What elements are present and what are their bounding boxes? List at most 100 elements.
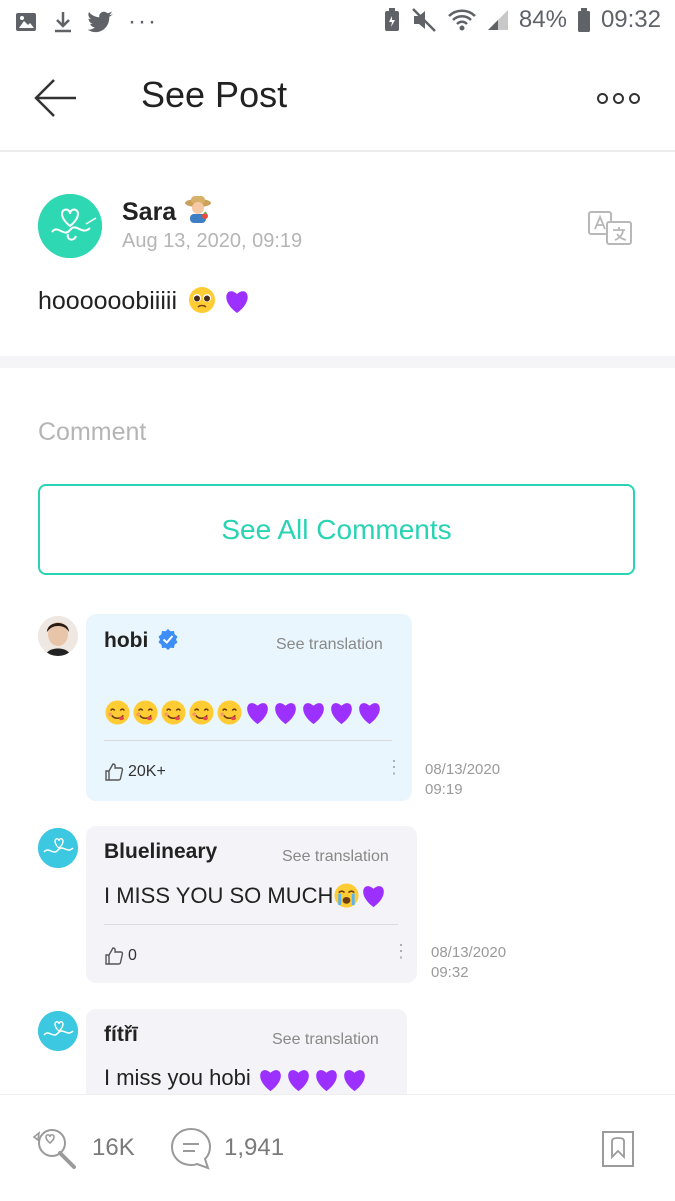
like-button[interactable]: 0 (104, 946, 137, 966)
post: Sara Aug 13, 2020, 09:19 hoooooobiiiii (0, 152, 675, 356)
cheer-button[interactable]: 16K (30, 1125, 135, 1171)
like-button[interactable]: 20K+ (104, 762, 166, 782)
see-translation-link[interactable]: See translation (282, 848, 389, 866)
comment-text (104, 698, 383, 726)
clock: 09:32 (600, 6, 661, 33)
bottom-action-bar: 16K 1,941 (0, 1094, 675, 1201)
emoji-row (257, 1066, 368, 1093)
weverse-logo-icon (38, 828, 78, 868)
verified-badge-icon (158, 629, 178, 650)
comment-text: I MISS YOU SO MUCH (104, 882, 387, 909)
mute-icon (412, 8, 436, 32)
dot-icon (597, 92, 608, 104)
yum-face-emoji-icon (217, 700, 242, 725)
gallery-notification-icon (16, 13, 36, 31)
see-translation-link[interactable]: See translation (276, 636, 383, 654)
weverse-logo-icon (38, 194, 102, 258)
like-count: 0 (128, 947, 137, 964)
dot-icon (629, 92, 640, 104)
comment-more-button[interactable]: ⋮ (385, 758, 403, 776)
comment-timestamp: 08/13/2020 09:32 (431, 943, 506, 983)
see-translation-link[interactable]: See translation (272, 1031, 379, 1049)
like-count: 20K+ (128, 763, 166, 780)
section-divider (0, 356, 675, 368)
comment-time: 09:19 (425, 781, 463, 798)
weverse-logo-icon (38, 1011, 78, 1051)
purple-heart-emoji-icon (363, 886, 385, 908)
pleading-face-emoji-icon (188, 287, 215, 313)
purple-heart-emoji-icon (316, 1069, 337, 1091)
comments-button[interactable]: 1,941 (168, 1125, 284, 1171)
see-all-comments-button[interactable]: See All Comments (38, 484, 635, 575)
post-author-label: Sara (122, 198, 177, 226)
battery-saver-icon (384, 8, 399, 31)
more-options-button[interactable] (597, 86, 645, 110)
yum-face-emoji-icon (161, 700, 186, 725)
comment-date: 08/13/2020 (431, 944, 507, 961)
comment-separator (104, 924, 398, 925)
download-notification-icon (55, 12, 71, 33)
app-bar: See Post (0, 46, 675, 152)
purple-heart-emoji-icon (260, 1069, 281, 1091)
comment-author-name[interactable]: fítřī (104, 1023, 138, 1047)
comment-text-value: I miss you hobi (104, 1065, 251, 1090)
battery-icon (577, 8, 590, 32)
comment-count: 1,941 (224, 1134, 285, 1161)
status-left-icons: ··· (14, 8, 158, 36)
cheer-count: 16K (92, 1134, 135, 1161)
speech-bubble-icon (170, 1127, 212, 1170)
purple-heart-emoji-icon (247, 702, 268, 724)
status-bar: ··· 84% 09:32 (0, 0, 675, 46)
comment-text-value: I MISS YOU SO MUCH (104, 883, 334, 908)
translate-button[interactable] (587, 210, 635, 246)
wifi-icon (448, 9, 476, 31)
arrow-left-icon (34, 79, 76, 117)
comment-avatar-fitri[interactable] (38, 1011, 78, 1051)
comment-text: I miss you hobi (104, 1065, 368, 1093)
post-body: hoooooobiiiii (38, 286, 251, 316)
post-date: Aug 13, 2020, 09:19 (122, 230, 303, 252)
thumbs-up-icon (105, 947, 124, 965)
comment-author-name[interactable]: Bluelineary (104, 840, 217, 864)
more-notifications-indicator: ··· (128, 8, 158, 35)
comment-bubble-fitri: fítřī See translation I miss you hobi (86, 1009, 407, 1099)
purple-heart-emoji-icon (331, 702, 352, 724)
purple-heart-emoji-icon (226, 291, 248, 313)
comment-bubble-hobi: hobi See translation 20K+ ⋮ (86, 614, 412, 801)
yum-face-emoji-icon (133, 700, 158, 725)
thumbs-up-icon (105, 763, 124, 781)
status-right-icons: 84% 09:32 (383, 6, 661, 34)
dot-icon (613, 92, 624, 104)
page-title: See Post (141, 74, 288, 115)
comment-more-button[interactable]: ⋮ (392, 942, 410, 960)
author-avatar[interactable] (38, 194, 102, 258)
comment-separator (104, 740, 392, 741)
comment-avatar-hobi[interactable] (38, 616, 78, 656)
comment-time: 09:32 (431, 964, 469, 981)
cheer-stick-icon (32, 1129, 76, 1169)
farmer-emoji-icon (185, 196, 212, 223)
comment-bubble-bluelineary: Bluelineary See translation I MISS YOU S… (86, 826, 417, 983)
purple-heart-emoji-icon (344, 1069, 365, 1091)
back-button[interactable] (30, 74, 82, 122)
bookmark-button[interactable] (600, 1129, 636, 1169)
comment-author[interactable]: hobi (104, 628, 179, 653)
comment-timestamp: 08/13/2020 09:19 (425, 760, 500, 800)
loudly-crying-face-emoji-icon (334, 883, 359, 908)
comment-author-name: hobi (104, 629, 149, 652)
comment-avatar-bluelineary[interactable] (38, 828, 78, 868)
twitter-notification-icon (88, 11, 113, 33)
yum-face-emoji-icon (105, 700, 130, 725)
yum-face-emoji-icon (189, 700, 214, 725)
bookmark-icon (602, 1131, 634, 1167)
translate-icon (588, 211, 632, 245)
post-author-name[interactable]: Sara (122, 194, 213, 227)
purple-heart-emoji-icon (275, 702, 296, 724)
battery-percent: 84% (518, 6, 567, 33)
purple-heart-emoji-icon (359, 702, 380, 724)
comment-section-label: Comment (38, 418, 147, 446)
emoji-row (104, 699, 383, 726)
post-body-text: hoooooobiiiii (38, 287, 178, 315)
profile-photo-icon (38, 616, 78, 656)
comment-date: 08/13/2020 (425, 761, 501, 778)
